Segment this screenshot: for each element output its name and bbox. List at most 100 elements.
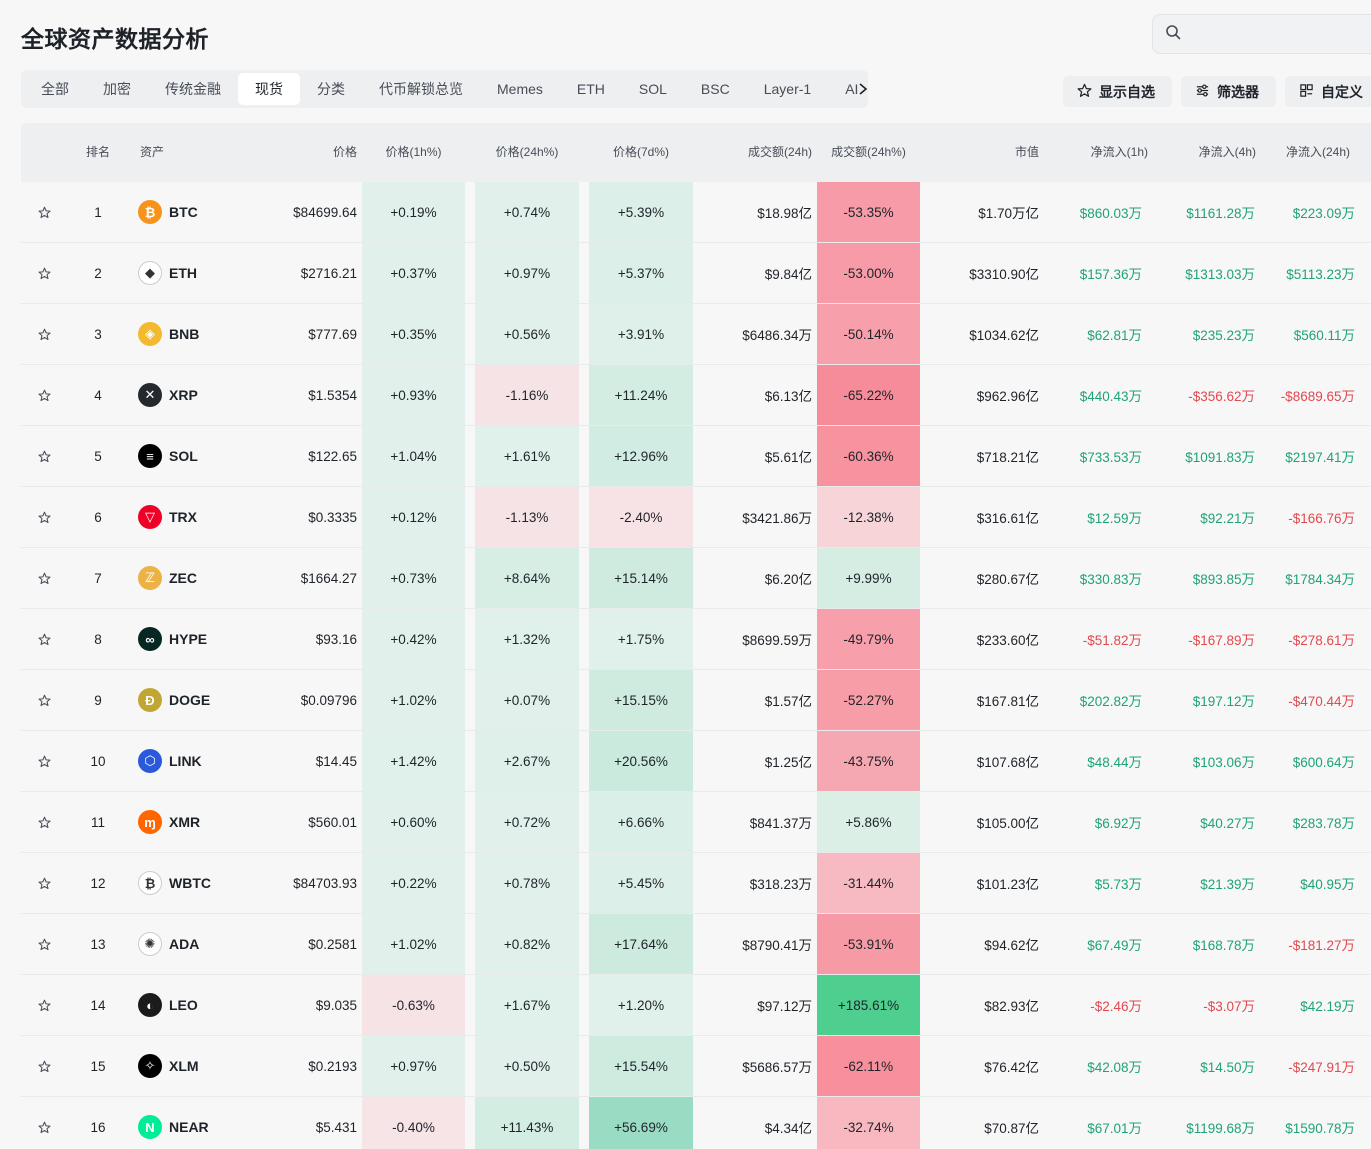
table-row[interactable]: 1 ₿ BTC $84699.64 +0.19% +0.74% +5.39% $18.98亿 -… [21,182,1371,243]
cell-mcap: $82.93亿 [984,999,1039,1014]
table-row[interactable]: 7 ℤ ZEC $1664.27 +0.73% +8.64% +15.14% $6.20亿 +9… [21,548,1371,609]
asset-symbol: SOL [169,448,198,464]
asset-cell[interactable]: Ð DOGE [138,670,258,730]
favorite-star-icon[interactable] [21,670,68,730]
tab-1[interactable]: 加密 [86,73,148,105]
table-row[interactable]: 9 Ð DOGE $0.09796 +1.02% +0.07% +15.15% $1.57亿 -… [21,670,1371,731]
tab-2[interactable]: 传统金融 [148,73,238,105]
filter-button[interactable]: 筛选器 [1181,76,1276,107]
favorite-star-icon[interactable] [21,487,68,547]
asset-cell[interactable]: ✕ XRP [138,365,258,425]
table-row[interactable]: 15 ✧ XLM $0.2193 +0.97% +0.50% +15.54% $5686.57… [21,1036,1371,1097]
favorite-star-icon[interactable] [21,243,68,303]
asset-cell[interactable]: ◈ BNB [138,304,258,364]
tab-4[interactable]: 分类 [300,73,362,105]
table-row[interactable]: 4 ✕ XRP $1.5354 +0.93% -1.16% +11.24% $6.13亿 -65… [21,365,1371,426]
tab-9[interactable]: BSC [684,73,747,105]
column-header-10[interactable]: 净流入(4h) [1151,123,1256,182]
asset-cell[interactable]: ɱ XMR [138,792,258,852]
show-watchlist-button[interactable]: 显示自选 [1063,76,1172,107]
asset-cell[interactable]: ◆ ETH [138,243,258,303]
cell-price: $84699.64 [293,204,357,220]
cell-in1h: $440.43万 [1079,389,1142,404]
favorite-star-icon[interactable] [21,304,68,364]
cell-h24: +11.43% [475,1097,579,1149]
asset-cell[interactable]: ⬡ LINK [138,731,258,791]
cell-vol-pct: -50.14% [817,304,920,364]
asset-cell[interactable]: ✺ ADA [138,914,258,974]
favorite-star-icon[interactable] [21,914,68,974]
favorite-star-icon[interactable] [21,792,68,852]
table-row[interactable]: 16 N NEAR $5.431 -0.40% +11.43% +56.69% $4.34亿 -… [21,1097,1371,1149]
search-input[interactable] [1189,26,1359,42]
tab-3[interactable]: 现货 [238,73,300,105]
column-header-7[interactable]: 成交额(24h%) [817,123,920,182]
table-row[interactable]: 2 ◆ ETH $2716.21 +0.37% +0.97% +5.37% $9.84亿 -53… [21,243,1371,304]
column-header-0[interactable]: 排名 [76,123,120,182]
column-header-2[interactable]: 价格 [261,123,357,182]
tab-8[interactable]: SOL [622,73,684,105]
cell-vol: $1.57亿 [764,694,812,709]
tab-6[interactable]: Memes [480,73,560,105]
favorite-star-icon[interactable] [21,426,68,486]
cell-in4h: $168.78万 [1192,938,1255,953]
column-header-5[interactable]: 价格(7d%) [589,123,693,182]
column-header-8[interactable]: 市值 [923,123,1039,182]
column-header-1[interactable]: 资产 [140,123,200,182]
column-header-3[interactable]: 价格(1h%) [362,123,465,182]
cell-in1h: $157.36万 [1079,267,1142,282]
asset-cell[interactable]: ✧ XLM [138,1036,258,1096]
favorite-star-icon[interactable] [21,1036,68,1096]
favorite-star-icon[interactable] [21,975,68,1035]
asset-cell[interactable]: ≡ SOL [138,426,258,486]
cell-price: $84703.93 [293,875,357,891]
cell-mcap: $233.60亿 [976,633,1039,648]
cell-in4h: -$3.07万 [1203,999,1255,1014]
favorite-star-icon[interactable] [21,365,68,425]
tab-10[interactable]: Layer-1 [747,73,828,105]
column-header-6[interactable]: 成交额(24h) [697,123,812,182]
column-header-4[interactable]: 价格(24h%) [475,123,579,182]
asset-cell[interactable]: ℤ ZEC [138,548,258,608]
table-row[interactable]: 11 ɱ XMR $560.01 +0.60% +0.72% +6.66% $841.37万 +… [21,792,1371,853]
favorite-star-icon[interactable] [21,548,68,608]
asset-cell[interactable]: ◐ LEO [138,975,258,1035]
tab-0[interactable]: 全部 [24,73,86,105]
asset-cell[interactable]: ▽ TRX [138,487,258,547]
asset-cell[interactable]: N NEAR [138,1097,258,1149]
table-row[interactable]: 3 ◈ BNB $777.69 +0.35% +0.56% +3.91% $6486.34万 -… [21,304,1371,365]
favorite-star-icon[interactable] [21,609,68,669]
asset-cell[interactable]: ₿ BTC [138,182,258,242]
near-icon: N [138,1115,162,1139]
table-row[interactable]: 13 ✺ ADA $0.2581 +1.02% +0.82% +17.64% $8790.41… [21,914,1371,975]
search-icon [1165,24,1181,45]
search-box[interactable] [1152,14,1371,54]
asset-cell[interactable]: ∞ HYPE [138,609,258,669]
cell-h1: -0.63% [362,975,465,1035]
asset-cell[interactable]: ₿ WBTC [138,853,258,913]
cell-vol: $3421.86万 [742,511,812,526]
table-row[interactable]: 12 ₿ WBTC $84703.93 +0.22% +0.78% +5.45% $318.2… [21,853,1371,914]
table-row[interactable]: 8 ∞ HYPE $93.16 +0.42% +1.32% +1.75% $8699.59万 -… [21,609,1371,670]
cell-h24: +0.97% [475,243,579,303]
cell-h1: +0.19% [362,182,465,242]
favorite-star-icon[interactable] [21,182,68,242]
tab-5[interactable]: 代币解锁总览 [362,73,480,105]
favorite-star-icon[interactable] [21,731,68,791]
cell-in24h: $283.78万 [1292,816,1355,831]
cell-price: $0.3335 [308,509,357,525]
customize-button[interactable]: 自定义 [1285,76,1371,107]
favorite-star-icon[interactable] [21,853,68,913]
tab-7[interactable]: ETH [560,73,622,105]
table-row[interactable]: 10 ⬡ LINK $14.45 +1.42% +2.67% +20.56% $1.25亿 -4… [21,731,1371,792]
tabs-scroll-right-icon[interactable] [856,80,870,98]
favorite-star-icon[interactable] [21,1097,68,1149]
table-row[interactable]: 6 ▽ TRX $0.3335 +0.12% -1.13% -2.40% $3421.86万 -… [21,487,1371,548]
cell-in24h: -$470.44万 [1288,694,1355,709]
cell-h1: +0.22% [362,853,465,913]
table-row[interactable]: 5 ≡ SOL $122.65 +1.04% +1.61% +12.96% $5.61亿 -60… [21,426,1371,487]
column-header-11[interactable]: 净流入(24h) [1256,123,1350,182]
column-header-9[interactable]: 净流入(1h) [1044,123,1148,182]
cell-in1h: $48.44万 [1087,755,1142,770]
table-row[interactable]: 14 ◐ LEO $9.035 -0.63% +1.67% +1.20% $97.12万 +18… [21,975,1371,1036]
